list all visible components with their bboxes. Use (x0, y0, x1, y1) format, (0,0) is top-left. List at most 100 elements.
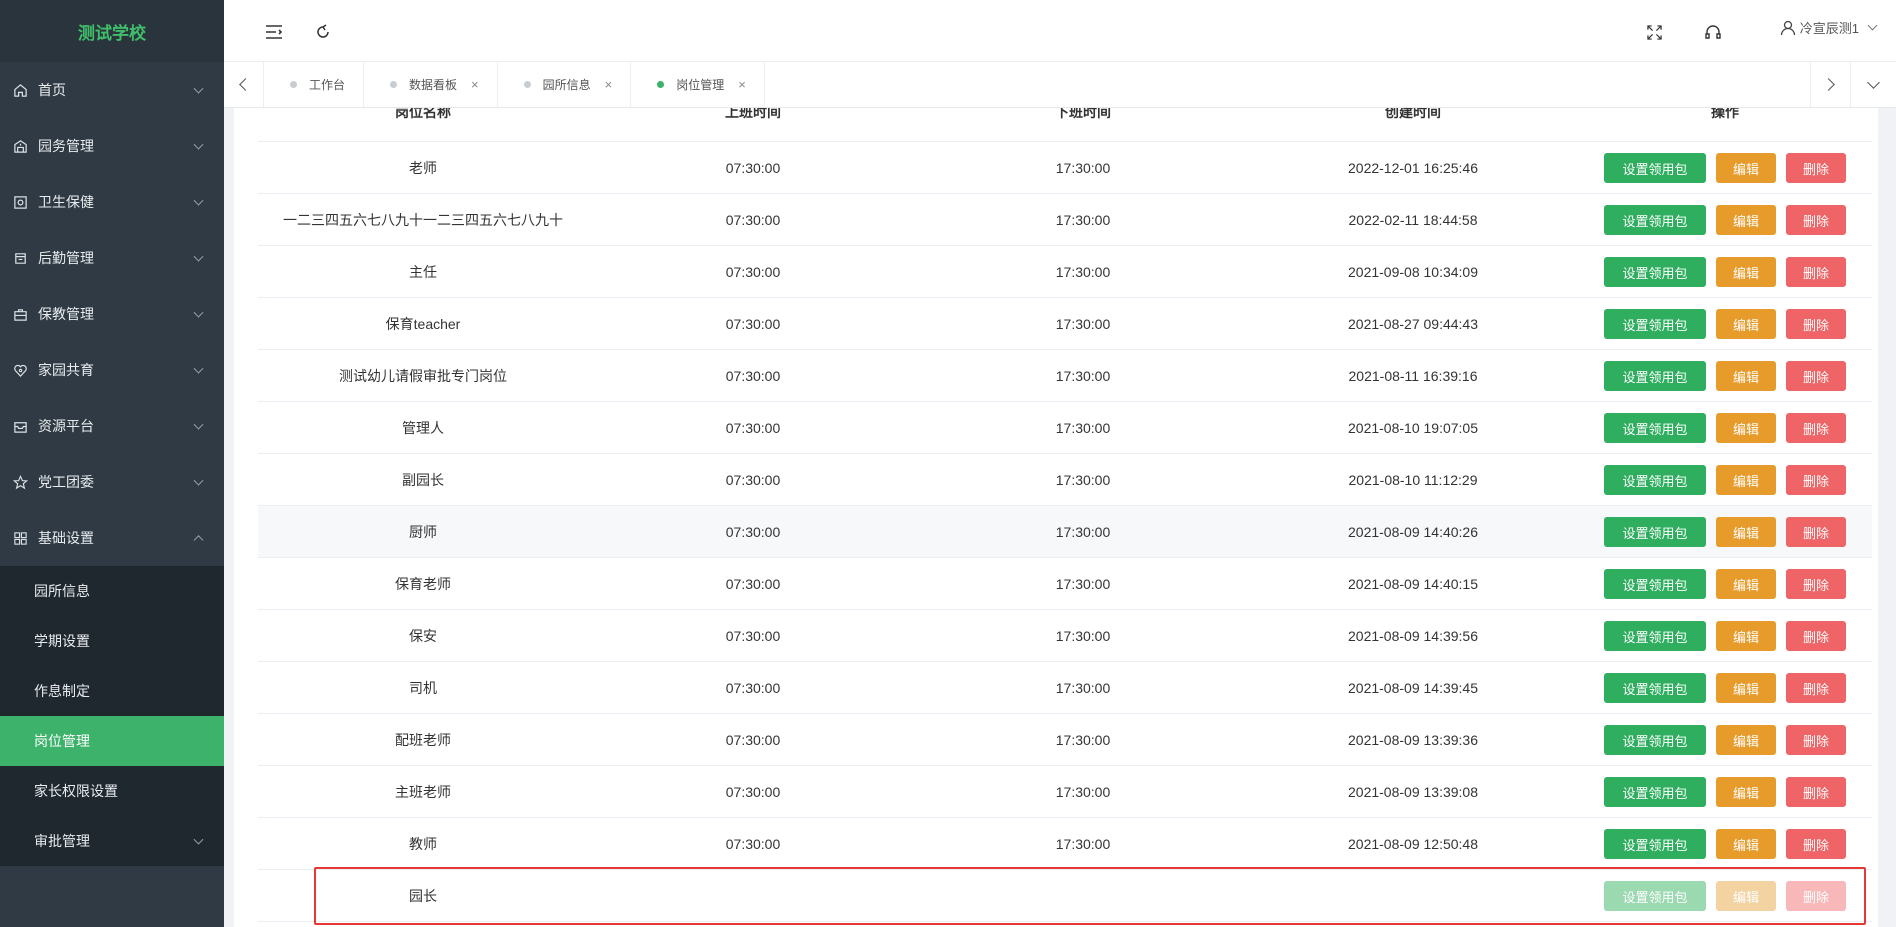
headset-icon[interactable] (1703, 22, 1723, 42)
set-supply-pack-button[interactable]: 设置领用包 (1604, 257, 1706, 287)
set-supply-pack-button[interactable]: 设置领用包 (1604, 153, 1706, 183)
delete-button[interactable]: 删除 (1786, 257, 1846, 287)
fullscreen-icon[interactable] (1644, 22, 1664, 42)
menu-collapse-icon[interactable] (264, 22, 284, 42)
tabs-scroll-right-button[interactable] (1810, 62, 1850, 107)
tab-status-dot (390, 81, 398, 88)
sidebar-item-basic-settings[interactable]: 基础设置 (0, 510, 224, 566)
tab-positions[interactable]: 岗位管理 × (631, 62, 765, 107)
delete-button[interactable]: 删除 (1786, 413, 1846, 443)
start-time (588, 870, 918, 922)
sidebar-subitem-positions[interactable]: 岗位管理 (0, 716, 224, 766)
created-time: 2021-08-09 12:50:48 (1348, 836, 1478, 852)
sidebar-subitem-school-info[interactable]: 园所信息 (0, 566, 224, 616)
sidebar-subitem-semester[interactable]: 学期设置 (0, 616, 224, 666)
edit-button[interactable]: 编辑 (1716, 725, 1776, 755)
edit-button[interactable]: 编辑 (1716, 517, 1776, 547)
delete-button[interactable]: 删除 (1786, 621, 1846, 651)
start-time: 07:30:00 (725, 628, 781, 644)
delete-button[interactable]: 删除 (1786, 829, 1846, 859)
sidebar-subitem-schedule[interactable]: 作息制定 (0, 666, 224, 716)
basic-settings-submenu: 园所信息 学期设置 作息制定 岗位管理 家长权限设置 审批管理 (0, 566, 224, 866)
created-time: 2021-08-09 14:39:45 (1348, 680, 1478, 696)
set-supply-pack-button[interactable]: 设置领用包 (1604, 361, 1706, 391)
chevron-down-icon (193, 195, 204, 206)
set-supply-pack-button[interactable]: 设置领用包 (1604, 881, 1706, 911)
sidebar-item-party[interactable]: 党工团委 (0, 454, 224, 510)
user-menu[interactable]: 冷宣辰测1 (1780, 18, 1878, 37)
delete-button[interactable]: 删除 (1786, 465, 1846, 495)
sidebar-item-health[interactable]: 卫生保健 (0, 174, 224, 230)
created-time: 2021-08-09 13:39:36 (1348, 732, 1478, 748)
table-row: 保育老师 07:30:00 17:30:00 2021-08-09 14:40:15 设… (258, 558, 1872, 610)
set-supply-pack-button[interactable]: 设置领用包 (1604, 621, 1706, 651)
row-actions: 设置领用包 编辑 删除 (1578, 142, 1872, 194)
refresh-icon[interactable] (313, 22, 333, 42)
delete-button[interactable]: 删除 (1786, 361, 1846, 391)
start-time: 07:30:00 (725, 732, 781, 748)
delete-button[interactable]: 删除 (1786, 569, 1846, 599)
row-actions: 设置领用包 编辑 删除 (1578, 194, 1872, 246)
edit-button[interactable]: 编辑 (1716, 829, 1776, 859)
set-supply-pack-button[interactable]: 设置领用包 (1604, 829, 1706, 859)
sidebar-item-home[interactable]: 首页 (0, 62, 224, 118)
tabs-more-button[interactable] (1850, 62, 1896, 107)
set-supply-pack-button[interactable]: 设置领用包 (1604, 413, 1706, 443)
delete-button[interactable]: 删除 (1786, 725, 1846, 755)
delete-button[interactable]: 删除 (1786, 205, 1846, 235)
table-row: 副园长 07:30:00 17:30:00 2021-08-10 11:12:29 设置… (258, 454, 1872, 506)
set-supply-pack-button[interactable]: 设置领用包 (1604, 205, 1706, 235)
sidebar-item-education[interactable]: 保教管理 (0, 286, 224, 342)
close-icon[interactable]: × (471, 77, 479, 92)
edit-button[interactable]: 编辑 (1716, 153, 1776, 183)
set-supply-pack-button[interactable]: 设置领用包 (1604, 465, 1706, 495)
edit-button[interactable]: 编辑 (1716, 413, 1776, 443)
sidebar-subitem-parent-permissions[interactable]: 家长权限设置 (0, 766, 224, 816)
sidebar-subitem-label: 审批管理 (34, 833, 90, 849)
edit-button[interactable]: 编辑 (1716, 465, 1776, 495)
edit-button[interactable]: 编辑 (1716, 309, 1776, 339)
edit-button[interactable]: 编辑 (1716, 205, 1776, 235)
set-supply-pack-button[interactable]: 设置领用包 (1604, 569, 1706, 599)
sidebar-item-affairs[interactable]: 园务管理 (0, 118, 224, 174)
created-time: 2021-09-08 10:34:09 (1348, 264, 1478, 280)
sidebar-item-resources[interactable]: 资源平台 (0, 398, 224, 454)
set-supply-pack-button[interactable]: 设置领用包 (1604, 777, 1706, 807)
edit-button[interactable]: 编辑 (1716, 361, 1776, 391)
delete-button[interactable]: 删除 (1786, 777, 1846, 807)
table-row: 教师 07:30:00 17:30:00 2021-08-09 12:50:48 设置领… (258, 818, 1872, 870)
edit-button[interactable]: 编辑 (1716, 673, 1776, 703)
tab-workbench[interactable]: 工作台 (264, 62, 365, 107)
edit-button[interactable]: 编辑 (1716, 569, 1776, 599)
tab-dashboard[interactable]: 数据看板 × (364, 62, 498, 107)
delete-button[interactable]: 删除 (1786, 309, 1846, 339)
position-name: 厨师 (409, 524, 437, 540)
set-supply-pack-button[interactable]: 设置领用包 (1604, 517, 1706, 547)
edit-button[interactable]: 编辑 (1716, 881, 1776, 911)
sidebar-item-logistics[interactable]: 后勤管理 (0, 230, 224, 286)
tabs-bar: 工作台 数据看板 × 园所信息 × 岗位管理 × (224, 62, 1896, 108)
tab-school-info[interactable]: 园所信息 × (498, 62, 632, 107)
close-icon[interactable]: × (605, 77, 613, 92)
delete-button[interactable]: 删除 (1786, 517, 1846, 547)
chevron-down-icon (193, 834, 204, 845)
tabs-scroll-left-button[interactable] (224, 62, 264, 107)
close-icon[interactable]: × (738, 77, 746, 92)
edit-button[interactable]: 编辑 (1716, 777, 1776, 807)
edit-button[interactable]: 编辑 (1716, 257, 1776, 287)
delete-button[interactable]: 删除 (1786, 673, 1846, 703)
star-icon (12, 474, 28, 490)
end-time: 17:30:00 (1055, 420, 1111, 436)
sidebar-subitem-approval[interactable]: 审批管理 (0, 816, 224, 866)
set-supply-pack-button[interactable]: 设置领用包 (1604, 673, 1706, 703)
edit-button[interactable]: 编辑 (1716, 621, 1776, 651)
delete-button[interactable]: 删除 (1786, 881, 1846, 911)
created-time: 2021-08-11 16:39:16 (1348, 368, 1478, 384)
table-row: 保育teacher 07:30:00 17:30:00 2021-08-27 09:4… (258, 298, 1872, 350)
column-header: 岗位名称 (395, 108, 451, 120)
sidebar-item-family[interactable]: 家园共育 (0, 342, 224, 398)
set-supply-pack-button[interactable]: 设置领用包 (1604, 725, 1706, 755)
position-name: 主任 (409, 264, 437, 280)
set-supply-pack-button[interactable]: 设置领用包 (1604, 309, 1706, 339)
delete-button[interactable]: 删除 (1786, 153, 1846, 183)
